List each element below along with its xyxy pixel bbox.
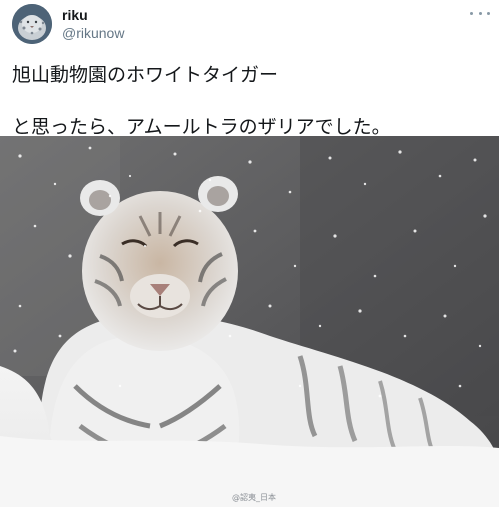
author-avatar[interactable] [12, 4, 52, 44]
author-handle[interactable]: @rikunow [62, 25, 124, 41]
more-options-button[interactable] [470, 6, 490, 20]
more-options-icon [487, 11, 490, 15]
photo-watermark: @認夷_日本 [232, 493, 276, 502]
tweet-text-line: 旭山動物園のホワイトタイガー [12, 64, 279, 86]
tweet-header: riku @rikunow [0, 0, 499, 52]
snow-leopard-avatar-icon [12, 4, 52, 44]
more-options-icon [478, 11, 482, 15]
more-options-icon [470, 11, 473, 15]
author-display-name[interactable]: riku [62, 7, 88, 23]
tiger-in-snow-photo [0, 136, 499, 507]
tweet-photo[interactable]: @認夷_日本 [0, 136, 499, 507]
